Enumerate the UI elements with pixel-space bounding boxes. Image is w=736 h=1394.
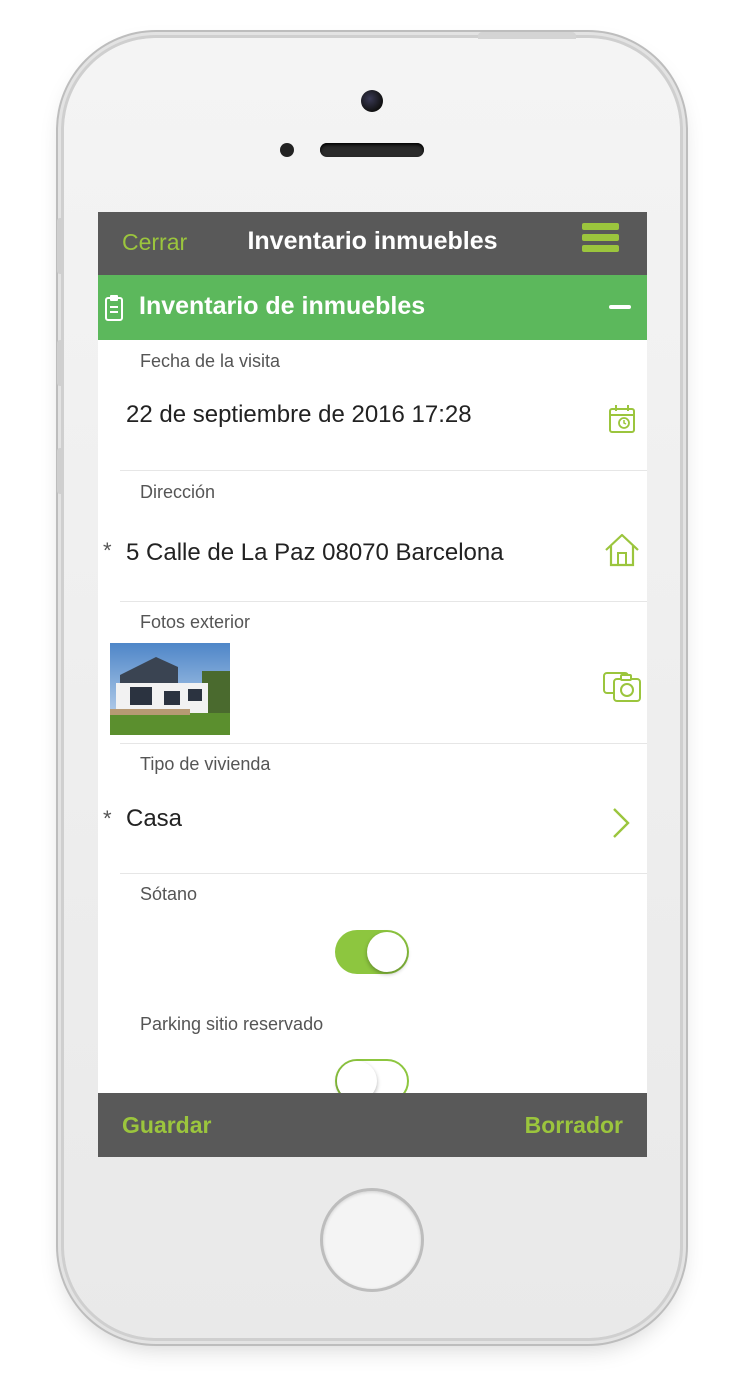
page-title: Inventario inmuebles <box>247 227 498 255</box>
camera-icon[interactable] <box>602 667 642 703</box>
home-icon[interactable] <box>604 532 640 568</box>
exterior-photos-label: Fotos exterior <box>140 612 251 632</box>
visit-date-label: Fecha de la visita <box>140 351 281 371</box>
collapse-icon[interactable] <box>609 305 631 309</box>
divider <box>120 470 647 471</box>
volume-up-button <box>57 340 64 386</box>
dwelling-type-label: Tipo de vivienda <box>140 754 271 774</box>
power-button <box>478 32 576 39</box>
volume-down-button <box>57 448 64 494</box>
section-title: Inventario de inmuebles <box>139 292 426 320</box>
clipboard-icon <box>105 295 123 321</box>
navigation-bar: Cerrar Inventario inmuebles <box>98 212 647 275</box>
app-screen: Cerrar Inventario inmuebles Inventario d… <box>98 212 647 1157</box>
save-button[interactable]: Guardar <box>122 1112 211 1139</box>
divider <box>120 743 647 744</box>
mute-switch <box>57 218 64 274</box>
basement-toggle[interactable] <box>335 930 409 974</box>
address-value[interactable]: 5 Calle de La Paz 08070 Barcelona <box>126 539 504 567</box>
section-header[interactable]: Inventario de inmuebles <box>98 275 647 340</box>
parking-label: Parking sitio reservado <box>140 1014 324 1034</box>
required-mark: * <box>103 538 112 563</box>
divider <box>120 601 647 602</box>
chevron-right-icon[interactable] <box>610 806 632 840</box>
bottom-toolbar: Guardar Borrador <box>98 1093 647 1157</box>
required-mark: * <box>103 806 112 831</box>
visit-date-value[interactable]: 22 de septiembre de 2016 17:28 <box>126 401 472 429</box>
basement-label: Sótano <box>140 884 198 904</box>
front-camera <box>361 90 383 112</box>
dwelling-type-value[interactable]: Casa <box>126 805 182 833</box>
proximity-sensor <box>280 143 294 157</box>
divider <box>120 873 647 874</box>
toggle-knob <box>367 932 407 972</box>
draft-button[interactable]: Borrador <box>525 1112 623 1139</box>
menu-icon[interactable] <box>582 223 619 263</box>
calendar-icon[interactable] <box>608 404 636 434</box>
address-label: Dirección <box>140 482 216 502</box>
earpiece-speaker <box>320 143 424 157</box>
house-photo-thumbnail[interactable] <box>110 643 230 735</box>
home-button[interactable] <box>320 1188 424 1292</box>
